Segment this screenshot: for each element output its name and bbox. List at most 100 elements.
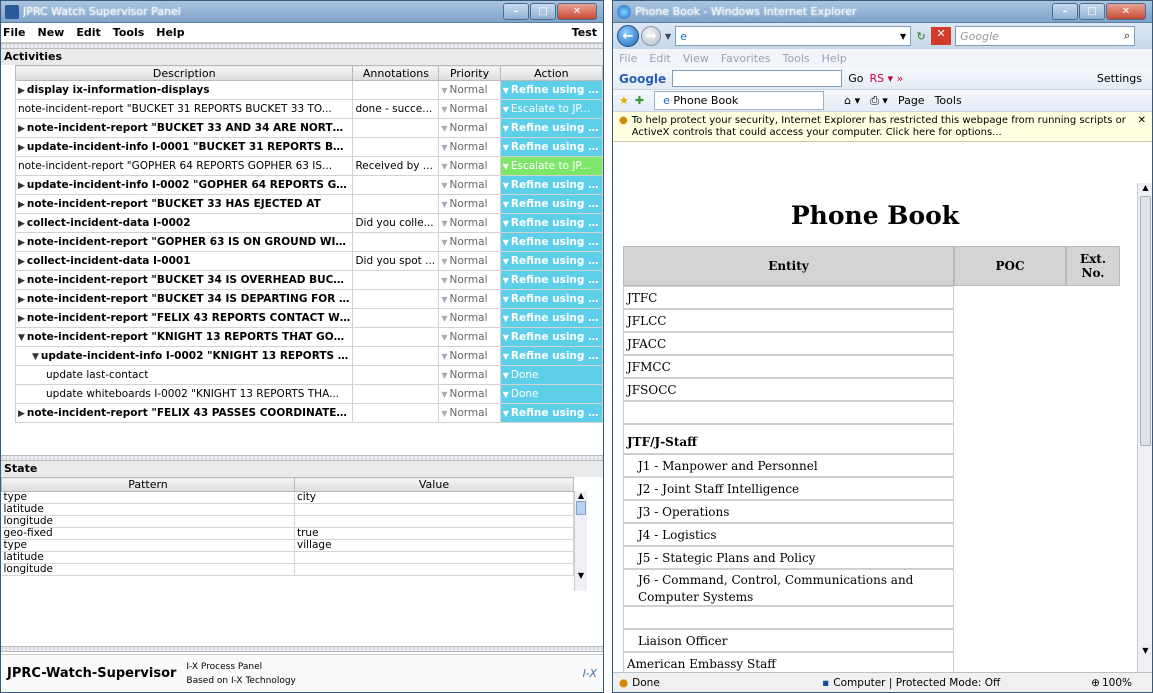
ie-menu-help[interactable]: Help	[822, 52, 847, 65]
priority-dropdown-icon[interactable]: ▼	[441, 162, 447, 171]
activity-annotation[interactable]	[352, 327, 440, 347]
activity-annotation[interactable]	[352, 80, 440, 100]
expand-toggle-icon[interactable]: ▶	[18, 86, 25, 96]
zone-text[interactable]: Computer | Protected Mode: Off	[833, 677, 1033, 689]
action-dropdown-icon[interactable]: ▼	[503, 105, 509, 114]
activity-priority[interactable]: ▼ Normal	[438, 213, 501, 233]
expand-toggle-icon[interactable]: ▶	[18, 238, 25, 248]
menu-help[interactable]: Help	[156, 26, 184, 39]
priority-dropdown-icon[interactable]: ▼	[441, 181, 447, 190]
activity-row[interactable]: ▶ note-incident-report "BUCKET 34 IS DEPA…	[14, 289, 603, 309]
action-dropdown-icon[interactable]: ▼	[503, 276, 509, 285]
activity-action[interactable]: ▼ Refine using a...	[499, 327, 603, 347]
activity-action[interactable]: ▼ Done	[499, 365, 603, 385]
address-bar[interactable]: e ▼	[675, 26, 912, 46]
action-dropdown-icon[interactable]: ▼	[503, 257, 509, 266]
activity-annotation[interactable]	[352, 118, 440, 138]
activity-priority[interactable]: ▼ Normal	[438, 99, 501, 119]
activity-action[interactable]: ▼ Escalate to JP...	[499, 99, 603, 119]
activity-priority[interactable]: ▼ Normal	[438, 270, 501, 290]
maximize-button[interactable]: □	[530, 3, 556, 20]
close-button[interactable]: ✕	[557, 3, 597, 20]
add-favorites-icon[interactable]: ✚	[635, 94, 644, 107]
activity-annotation[interactable]	[352, 308, 440, 328]
home-icon[interactable]: ⌂ ▾	[844, 94, 860, 107]
activity-priority[interactable]: ▼ Normal	[438, 289, 501, 309]
activity-priority[interactable]: ▼ Normal	[438, 137, 501, 157]
action-dropdown-icon[interactable]: ▼	[503, 86, 509, 95]
activity-annotation[interactable]	[352, 194, 440, 214]
search-box[interactable]: Google ⌕	[955, 26, 1136, 46]
activity-priority[interactable]: ▼ Normal	[438, 80, 501, 100]
activity-action[interactable]: ▼ Refine using a...	[499, 175, 603, 195]
action-dropdown-icon[interactable]: ▼	[503, 371, 509, 380]
toolbar-extras-icon[interactable]: RS ▾ »	[869, 72, 903, 85]
activity-action[interactable]: ▼ Refine using c...	[499, 213, 603, 233]
activity-annotation[interactable]	[352, 365, 440, 385]
activity-priority[interactable]: ▼ Normal	[438, 118, 501, 138]
google-go-button[interactable]: Go	[848, 72, 863, 85]
activity-annotation[interactable]: done - succe...	[352, 99, 440, 119]
ie-scroll-up[interactable]: ▲	[1138, 183, 1152, 192]
activity-row[interactable]: ▶ display ix-information-displays ▼ Normal ▼…	[14, 80, 603, 100]
activity-row[interactable]: ▶ note-incident-report "FELIX 43 REPORTS …	[14, 308, 603, 328]
expand-toggle-icon[interactable]: ▶	[18, 143, 25, 153]
activity-row[interactable]: ▶ collect-incident-data I-0002 Did you col…	[14, 213, 603, 233]
address-dropdown-icon[interactable]: ▼	[900, 32, 906, 41]
priority-dropdown-icon[interactable]: ▼	[441, 333, 447, 342]
zoom-level[interactable]: 100%	[1102, 677, 1132, 689]
action-dropdown-icon[interactable]: ▼	[503, 390, 509, 399]
col-annotations[interactable]: Annotations	[352, 65, 440, 81]
expand-toggle-icon[interactable]: ▼	[32, 352, 39, 362]
expand-toggle-icon[interactable]: ▶	[18, 219, 25, 229]
scroll-down-arrow[interactable]: ▼	[575, 571, 587, 580]
action-dropdown-icon[interactable]: ▼	[503, 181, 509, 190]
activity-action[interactable]: ▼ Refine using u...	[499, 137, 603, 157]
priority-dropdown-icon[interactable]: ▼	[441, 295, 447, 304]
activity-row[interactable]: note-incident-report "GOPHER 64 REPORTS …	[14, 156, 603, 176]
ie-menu-view[interactable]: View	[683, 52, 709, 65]
priority-dropdown-icon[interactable]: ▼	[441, 371, 447, 380]
activity-priority[interactable]: ▼ Normal	[438, 365, 501, 385]
activity-priority[interactable]: ▼ Normal	[438, 327, 501, 347]
state-row[interactable]: longitude	[1, 515, 574, 528]
menu-new[interactable]: New	[38, 26, 65, 39]
activity-annotation[interactable]	[352, 137, 440, 157]
col-description[interactable]: Description	[14, 65, 354, 81]
activity-row[interactable]: update last-contact ▼ Normal ▼ Done	[14, 365, 603, 385]
action-dropdown-icon[interactable]: ▼	[503, 162, 509, 171]
activity-priority[interactable]: ▼ Normal	[438, 175, 501, 195]
activity-annotation[interactable]	[352, 270, 440, 290]
refresh-icon[interactable]: ↻	[911, 30, 931, 43]
priority-dropdown-icon[interactable]: ▼	[441, 257, 447, 266]
favorites-star-icon[interactable]: ★	[619, 94, 629, 107]
menu-file[interactable]: File	[3, 26, 26, 39]
expand-toggle-icon[interactable]: ▶	[18, 314, 25, 324]
ie-titlebar[interactable]: Phone Book - Windows Internet Explorer –…	[613, 1, 1152, 23]
priority-dropdown-icon[interactable]: ▼	[441, 219, 447, 228]
priority-dropdown-icon[interactable]: ▼	[441, 238, 447, 247]
action-dropdown-icon[interactable]: ▼	[503, 124, 509, 133]
action-dropdown-icon[interactable]: ▼	[503, 333, 509, 342]
activity-annotation[interactable]: Received by ...	[352, 156, 440, 176]
priority-dropdown-icon[interactable]: ▼	[441, 105, 447, 114]
activity-action[interactable]: ▼ Done	[499, 384, 603, 404]
priority-dropdown-icon[interactable]: ▼	[441, 86, 447, 95]
col-action[interactable]: Action	[499, 65, 603, 81]
activity-row[interactable]: ▼ update-incident-info I-0002 "KNIGHT 13 …	[14, 346, 603, 366]
activity-priority[interactable]: ▼ Normal	[438, 251, 501, 271]
activity-row[interactable]: ▶ note-incident-report "BUCKET 34 IS OVER…	[14, 270, 603, 290]
ie-scroll-down[interactable]: ▼	[1138, 646, 1152, 655]
activity-annotation[interactable]: Did you spot ...	[352, 251, 440, 271]
activity-annotation[interactable]	[352, 346, 440, 366]
forward-icon[interactable]: →	[641, 26, 661, 46]
priority-dropdown-icon[interactable]: ▼	[441, 409, 447, 418]
expand-toggle-icon[interactable]: ▶	[18, 181, 25, 191]
col-pattern[interactable]: Pattern	[1, 477, 295, 492]
activity-action[interactable]: ▼ Refine using a...	[499, 270, 603, 290]
action-dropdown-icon[interactable]: ▼	[503, 219, 509, 228]
activity-row[interactable]: ▶ update-incident-info I-0002 "GOPHER 64 …	[14, 175, 603, 195]
activity-row[interactable]: update whiteboards I-0002 "KNIGHT 13 REP…	[14, 384, 603, 404]
menu-tools[interactable]: Tools	[113, 26, 144, 39]
state-row[interactable]: latitude	[1, 551, 574, 564]
